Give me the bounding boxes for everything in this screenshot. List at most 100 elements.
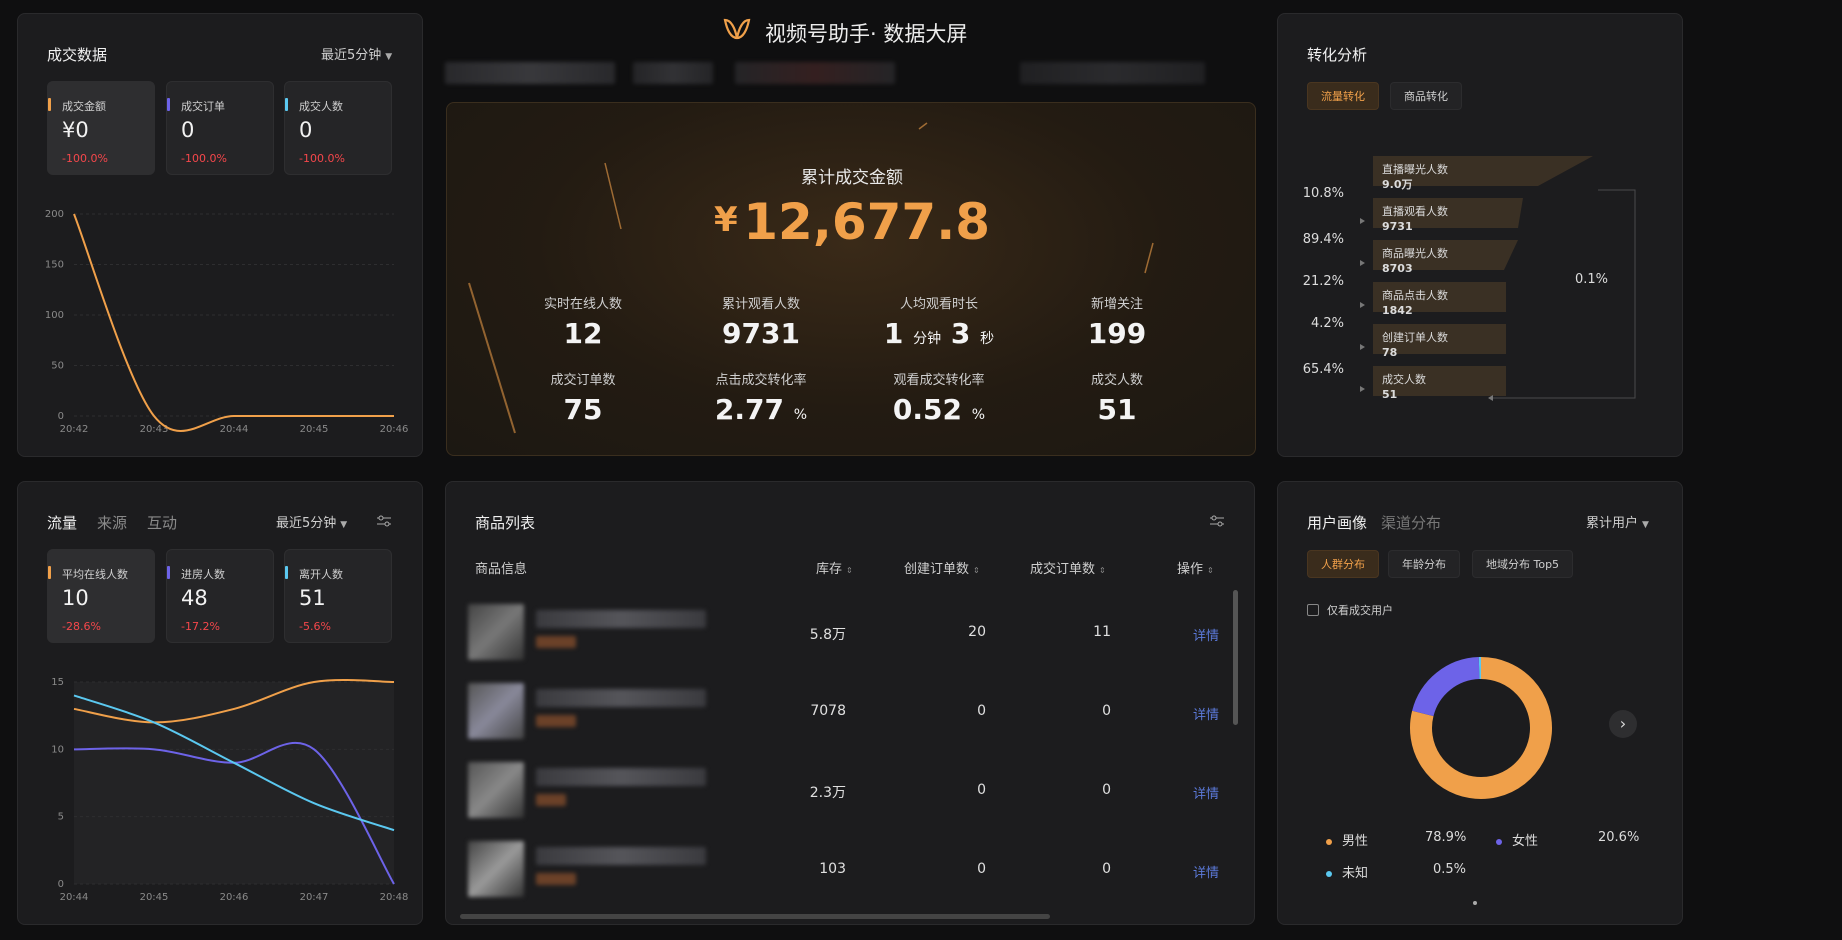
filter-icon[interactable] (1209, 513, 1225, 532)
tab-crowd[interactable]: 人群分布 (1307, 550, 1379, 578)
plot-area (74, 682, 394, 884)
funnel-step-value: 51 (1382, 388, 1398, 401)
kpi-deal-amount[interactable]: 成交金额 ¥0 -100.0% (47, 81, 155, 175)
series-marker (48, 98, 51, 111)
table-row: 7078 0 0 详情 (446, 677, 1226, 747)
kpi-change: -100.0% (181, 152, 227, 165)
sort-icon: ⇕ (1099, 566, 1106, 575)
product-name (536, 689, 706, 707)
duration-seconds: 3 (950, 317, 971, 350)
tab-traffic-conversion[interactable]: 流量转化 (1307, 82, 1379, 110)
kpi-change: -28.6% (62, 620, 101, 633)
col-stock[interactable]: 库存 ⇕ (816, 558, 853, 577)
kpi-value: 0 (181, 118, 195, 142)
detail-link[interactable]: 详情 (1193, 783, 1219, 802)
only-deal-users-checkbox[interactable]: 仅看成交用户 (1307, 602, 1393, 618)
col-action[interactable]: 操作 ⇕ (1177, 558, 1214, 577)
kpi-label: 成交订单 (181, 100, 225, 113)
funnel-step: 直播观看人数 9731 (1382, 204, 1448, 234)
stat-label: 观看成交转化率 (893, 373, 985, 388)
y-tick-label: 15 (51, 677, 64, 688)
x-tick-label: 20:45 (300, 424, 329, 435)
series-marker (167, 98, 170, 111)
chevron-down-icon: ▼ (1642, 520, 1649, 530)
rate-value: 2.77 (714, 393, 785, 426)
kpi-avg-online[interactable]: 平均在线人数 10 -28.6% (47, 549, 155, 643)
legend-female-pct: 20.6% (1598, 830, 1640, 845)
col-deal-orders[interactable]: 成交订单数 ⇕ (1030, 558, 1106, 577)
tab-interaction[interactable]: 互动 (147, 514, 177, 532)
cell-stock: 2.3万 (809, 785, 846, 801)
product-list-title: 商品列表 (475, 514, 536, 532)
funnel-step-label: 直播曝光人数 (1382, 163, 1448, 176)
series-line-1 (73, 213, 394, 432)
tab-channel[interactable]: 渠道分布 (1381, 514, 1441, 532)
horizontal-scrollbar[interactable] (460, 914, 1050, 919)
col-created-orders[interactable]: 创建订单数 ⇕ (904, 558, 980, 577)
vertical-scrollbar[interactable] (1233, 590, 1238, 725)
tab-age[interactable]: 年龄分布 (1388, 550, 1460, 578)
product-name (536, 768, 706, 786)
kpi-change: -100.0% (299, 152, 345, 165)
checkbox-label: 仅看成交用户 (1327, 604, 1393, 617)
step-rate: 4.2% (1310, 316, 1344, 331)
x-tick-label: 20:48 (380, 892, 409, 903)
detail-link[interactable]: 详情 (1193, 625, 1219, 644)
total-amount-label: 累计成交金额 (801, 168, 903, 188)
currency-symbol: ¥ (714, 200, 738, 240)
y-tick-label: 200 (45, 209, 64, 220)
kpi-enter-room[interactable]: 进房人数 48 -17.2% (166, 549, 274, 643)
legend-marker (1326, 838, 1332, 845)
legend-marker (1496, 838, 1502, 845)
duration-minutes: 1 (883, 317, 904, 350)
funnel-step: 商品曝光人数 8703 (1382, 246, 1448, 276)
rate-value: 0.52 (892, 393, 963, 426)
cell-stock: 5.8万 (809, 627, 846, 643)
stat-value: 0.52 % (849, 393, 1029, 426)
legend-unknown: 未知 (1326, 862, 1368, 881)
legend-male: 男性 (1326, 830, 1368, 849)
legend-unknown-pct: 0.5% (1433, 862, 1467, 877)
legend-marker (1326, 870, 1332, 877)
cell-deals: 0 (1102, 861, 1111, 877)
cell-created: 0 (977, 782, 986, 798)
kpi-leave[interactable]: 离开人数 51 -5.6% (284, 549, 392, 643)
tab-region[interactable]: 地域分布 Top5 (1472, 550, 1574, 578)
product-list-panel: 商品列表 商品信息 库存 ⇕ 创建订单数 ⇕ 成交订单数 ⇕ 操作 ⇕ 5.8万 20 … (445, 481, 1255, 925)
product-price (536, 715, 576, 727)
y-tick-label: 10 (51, 744, 64, 755)
kpi-deal-orders[interactable]: 成交订单 0 -100.0% (166, 81, 274, 175)
header-info-strip (445, 58, 1205, 90)
kpi-deal-users[interactable]: 成交人数 0 -100.0% (284, 81, 392, 175)
product-price (536, 873, 576, 885)
tab-user-portrait[interactable]: 用户画像 (1307, 514, 1367, 532)
funnel-step-value: 9.0万 (1382, 178, 1413, 191)
overall-rate: 0.1% (1574, 272, 1608, 287)
series-marker (167, 566, 170, 579)
deal-range-dropdown[interactable]: 最近5分钟 ▼ (321, 44, 392, 63)
cell-deals: 0 (1102, 703, 1111, 719)
detail-link[interactable]: 详情 (1193, 862, 1219, 881)
kpi-label: 成交金额 (62, 100, 106, 113)
product-name (536, 847, 706, 865)
filter-icon[interactable] (376, 513, 392, 532)
next-arrow-button[interactable]: › (1609, 710, 1637, 738)
traffic-range-dropdown[interactable]: 最近5分钟 ▼ (276, 512, 347, 531)
product-thumbnail (468, 841, 524, 897)
portrait-range-dropdown[interactable]: 累计用户 ▼ (1586, 512, 1649, 531)
product-price (536, 794, 566, 806)
stat-label: 累计观看人数 (721, 297, 800, 312)
tab-product-conversion[interactable]: 商品转化 (1390, 82, 1462, 110)
detail-link[interactable]: 详情 (1193, 704, 1219, 723)
funnel-step: 成交人数 51 (1382, 372, 1426, 402)
pagination-dot[interactable] (1473, 901, 1477, 905)
step-rate: 65.4% (1302, 362, 1344, 377)
step-rate: 89.4% (1302, 232, 1344, 247)
tab-traffic[interactable]: 流量 (47, 514, 77, 532)
funnel-step-label: 成交人数 (1382, 373, 1426, 386)
kpi-label: 成交人数 (299, 100, 343, 113)
y-tick-label: 150 (45, 260, 64, 271)
page-title: 视频号助手· 数据大屏 (765, 22, 968, 46)
tab-source[interactable]: 来源 (97, 514, 127, 532)
kpi-value: 10 (62, 586, 89, 610)
